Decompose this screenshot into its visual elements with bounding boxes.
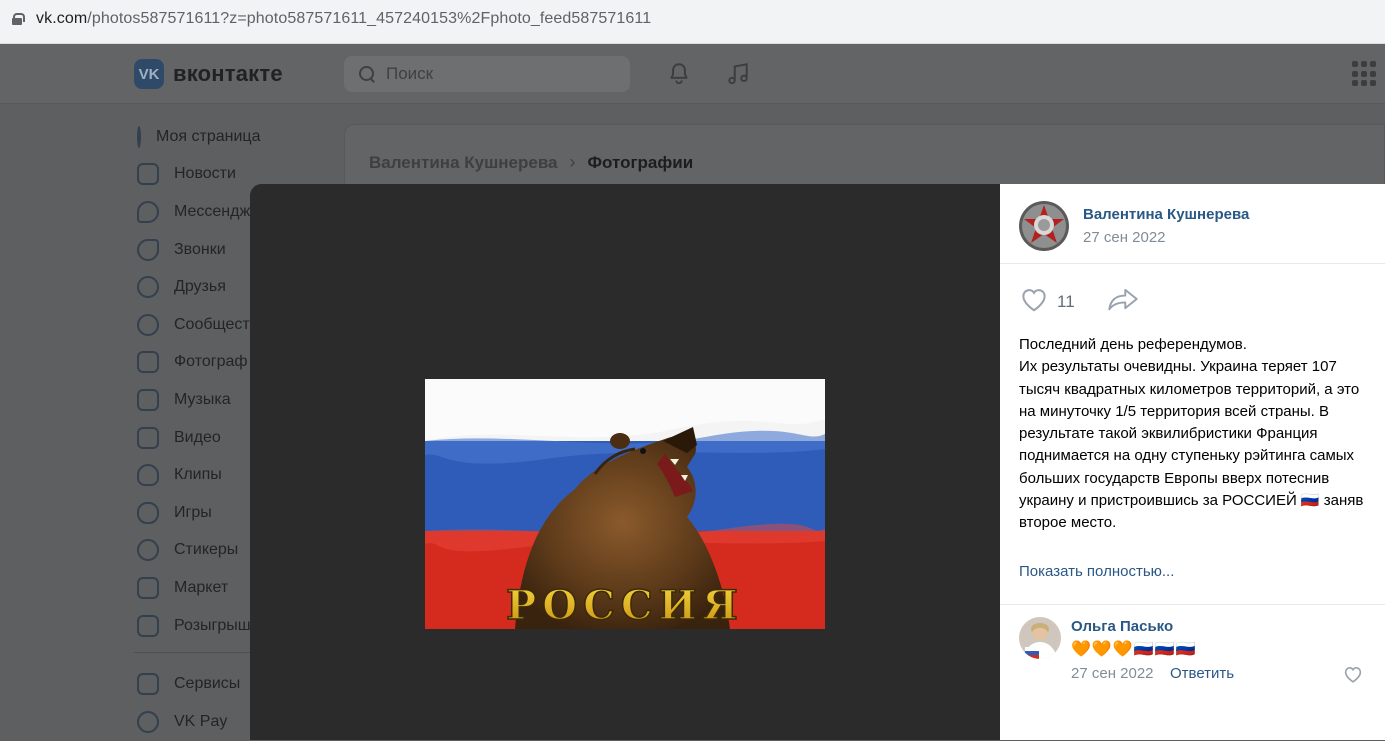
author-name-link[interactable]: Валентина Кушнерева bbox=[1083, 206, 1249, 223]
services-icon bbox=[137, 673, 159, 696]
sidebar-item-stickers[interactable]: Стикеры bbox=[134, 532, 254, 570]
reply-button[interactable]: Ответить bbox=[1170, 665, 1234, 682]
sidebar-item-calls[interactable]: Звонки bbox=[134, 231, 254, 269]
post-text: Последний день референдумов. Их результа… bbox=[1019, 336, 1364, 532]
breadcrumb: Валентина Кушнерева › Фотографии bbox=[369, 152, 693, 173]
url-text: vk.com/photos587571611?z=photo587571611_… bbox=[36, 10, 652, 27]
vkpay-icon bbox=[137, 710, 159, 733]
photo-caption-text: РОССИЯ bbox=[506, 582, 744, 629]
lock-icon bbox=[12, 13, 25, 25]
sidebar-item-label: Моя страница bbox=[156, 127, 261, 145]
video-icon bbox=[137, 426, 159, 449]
giveaways-icon bbox=[137, 614, 159, 637]
music-icon bbox=[137, 388, 159, 411]
commenter-avatar[interactable] bbox=[1019, 617, 1061, 659]
panel-divider bbox=[1000, 604, 1385, 605]
vk-logo[interactable]: VK вконтакте bbox=[134, 59, 283, 89]
friends-icon bbox=[137, 276, 159, 299]
sidebar-item-giveaways[interactable]: Розыгрыш bbox=[134, 607, 254, 645]
show-more-link[interactable]: Показать полностью... bbox=[1019, 563, 1174, 580]
sidebar-item-photos[interactable]: Фотограф bbox=[134, 344, 254, 382]
search-input[interactable] bbox=[386, 64, 606, 84]
breadcrumb-owner-link[interactable]: Валентина Кушнерева bbox=[369, 153, 558, 173]
clips-icon bbox=[137, 464, 159, 487]
vk-logo-text: вконтакте bbox=[173, 61, 283, 86]
post-actions: 11 bbox=[1019, 286, 1139, 317]
sidebar-item-label: Мессендж bbox=[174, 202, 251, 220]
market-icon bbox=[137, 576, 159, 599]
comment-date[interactable]: 27 сен 2022 bbox=[1071, 665, 1154, 682]
like-count[interactable]: 11 bbox=[1057, 292, 1075, 312]
sidebar-item-music[interactable]: Музыка bbox=[134, 381, 254, 419]
chevron-right-icon: › bbox=[569, 152, 576, 172]
comment-like-heart-icon[interactable] bbox=[1343, 665, 1363, 688]
sidebar-item-news[interactable]: Новости bbox=[134, 156, 254, 194]
sidebar-item-communities[interactable]: Сообщест bbox=[134, 306, 254, 344]
sidebar-item-label: Розыгрыш bbox=[174, 616, 251, 634]
sidebar-item-video[interactable]: Видео bbox=[134, 419, 254, 457]
post-author: Валентина Кушнерева 27 сен 2022 bbox=[1019, 201, 1249, 251]
sidebar-item-label: Игры bbox=[174, 503, 212, 521]
games-icon bbox=[137, 501, 159, 524]
like-heart-icon[interactable] bbox=[1019, 286, 1049, 317]
photo-info-panel: Валентина Кушнерева 27 сен 2022 11 После… bbox=[1000, 184, 1385, 740]
search-icon bbox=[358, 65, 376, 83]
search-box[interactable] bbox=[344, 56, 630, 92]
browser-address-bar: vk.com/photos587571611?z=photo587571611_… bbox=[0, 0, 1385, 44]
breadcrumb-current: Фотографии bbox=[587, 152, 694, 172]
photo-image[interactable]: РОССИЯ bbox=[425, 379, 825, 629]
sidebar-item-label: VK Pay bbox=[174, 712, 228, 730]
sidebar-item-label: Видео bbox=[174, 428, 221, 446]
sidebar-item-label: Сервисы bbox=[174, 675, 241, 693]
share-arrow-icon[interactable] bbox=[1107, 286, 1139, 317]
left-sidebar: Моя страница Новости Мессендж Звонки Дру… bbox=[134, 118, 260, 741]
sidebar-item-label: Друзья bbox=[174, 278, 226, 296]
sidebar-item-label: Фотограф bbox=[174, 353, 248, 371]
sidebar-item-messenger[interactable]: Мессендж bbox=[134, 193, 254, 231]
bell-icon[interactable] bbox=[665, 60, 693, 88]
communities-icon bbox=[137, 313, 159, 336]
comment-text: 🧡🧡🧡🇷🇺🇷🇺🇷🇺 bbox=[1071, 641, 1197, 658]
url-field[interactable]: vk.com/photos587571611?z=photo587571611_… bbox=[0, 0, 1385, 38]
sidebar-item-label: Стикеры bbox=[174, 541, 239, 559]
messenger-icon bbox=[137, 200, 159, 223]
sidebar-item-vkpay[interactable]: VK Pay bbox=[134, 703, 254, 741]
sidebar-item-label: Новости bbox=[174, 165, 236, 183]
sidebar-divider bbox=[134, 652, 254, 654]
sidebar-item-market[interactable]: Маркет bbox=[134, 569, 254, 607]
sidebar-item-label: Сообщест bbox=[174, 315, 250, 333]
post-date[interactable]: 27 сен 2022 bbox=[1083, 229, 1249, 246]
sidebar-item-label: Музыка bbox=[174, 390, 231, 408]
sidebar-item-label: Маркет bbox=[174, 578, 229, 596]
panel-divider bbox=[1000, 263, 1385, 264]
sidebar-item-services[interactable]: Сервисы bbox=[134, 665, 254, 703]
sidebar-item-label: Звонки bbox=[174, 240, 226, 258]
sidebar-item-label: Клипы bbox=[174, 466, 222, 484]
stickers-icon bbox=[137, 539, 159, 562]
photo-viewer: РОССИЯ Валентина Кушнерева 27 сен 2022 1… bbox=[250, 184, 1385, 740]
photo-area[interactable]: РОССИЯ bbox=[250, 184, 1000, 740]
author-avatar[interactable] bbox=[1019, 201, 1069, 251]
profile-icon bbox=[137, 125, 141, 148]
photos-icon bbox=[137, 351, 159, 374]
vk-logo-icon: VK bbox=[134, 59, 164, 89]
news-icon bbox=[137, 163, 159, 186]
apps-grid-icon[interactable] bbox=[1352, 61, 1378, 87]
sidebar-item-games[interactable]: Игры bbox=[134, 494, 254, 532]
sidebar-item-friends[interactable]: Друзья bbox=[134, 268, 254, 306]
commenter-name-link[interactable]: Ольга Пасько bbox=[1071, 618, 1173, 635]
vk-header: VK вконтакте bbox=[0, 44, 1385, 104]
music-note-icon[interactable] bbox=[724, 60, 752, 88]
sidebar-item-my-page[interactable]: Моя страница bbox=[134, 118, 260, 156]
phone-icon bbox=[137, 238, 159, 261]
sidebar-item-clips[interactable]: Клипы bbox=[134, 456, 254, 494]
